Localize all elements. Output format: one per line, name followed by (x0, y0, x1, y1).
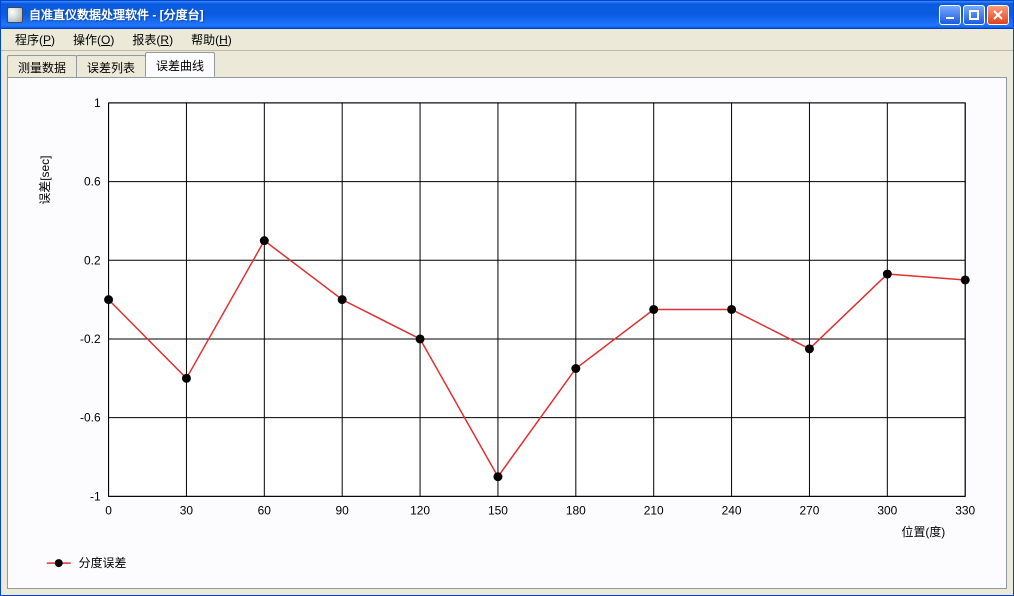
y-tick-label: -0.6 (80, 411, 101, 425)
tab-measure-data[interactable]: 测量数据 (7, 55, 77, 78)
x-tick-label: 210 (644, 503, 664, 517)
menu-program[interactable]: 程序(P) (7, 29, 63, 50)
data-point (883, 270, 892, 279)
legend-label: 分度误差 (79, 555, 127, 570)
data-point (961, 275, 970, 284)
x-axis-label: 位置(度) (902, 524, 946, 539)
data-point (104, 295, 113, 304)
x-tick-label: 60 (258, 503, 272, 517)
app-window: 自准直仪数据处理软件 - [分度台] 程序(P) 操作(O) 报表(R) 帮助(… (0, 0, 1014, 596)
x-tick-label: 270 (799, 503, 819, 517)
data-point (493, 472, 502, 481)
x-tick-label: 90 (336, 503, 350, 517)
app-icon (7, 7, 23, 23)
tab-panel-error-curve: 0 30 60 90 120 150 180 210 240 270 300 330 -1 -0.6 -0.… (7, 77, 1007, 589)
x-tick-label: 30 (180, 503, 194, 517)
data-point (571, 364, 580, 373)
x-tick-label: 330 (955, 503, 975, 517)
x-tick-label: 0 (105, 503, 112, 517)
close-button[interactable] (987, 5, 1009, 25)
menu-operate[interactable]: 操作(O) (65, 29, 122, 50)
x-tick-label: 240 (722, 503, 742, 517)
y-tick-label: -1 (90, 489, 101, 503)
data-point (260, 236, 269, 245)
x-tick-label: 300 (877, 503, 897, 517)
x-tick-label: 150 (488, 503, 508, 517)
minimize-button[interactable] (939, 5, 961, 25)
client-area: 测量数据 误差列表 误差曲线 0 30 60 90 120 150 180 210 240 270… (1, 51, 1013, 595)
error-curve-chart: 0 30 60 90 120 150 180 210 240 270 300 330 -1 -0.6 -0.… (8, 78, 1006, 588)
menubar: 程序(P) 操作(O) 报表(R) 帮助(H) (1, 29, 1013, 51)
legend-marker-icon (55, 559, 63, 567)
data-point (338, 295, 347, 304)
maximize-icon (968, 9, 980, 21)
tab-error-curve[interactable]: 误差曲线 (145, 52, 215, 77)
x-tick-label: 180 (566, 503, 586, 517)
menu-report[interactable]: 报表(R) (124, 29, 181, 50)
y-tick-label: -0.2 (80, 332, 101, 346)
tab-error-list[interactable]: 误差列表 (76, 55, 146, 78)
y-axis-label: 误差[sec] (38, 156, 52, 205)
window-buttons (939, 5, 1009, 25)
data-point (416, 334, 425, 343)
maximize-button[interactable] (963, 5, 985, 25)
tabstrip: 测量数据 误差列表 误差曲线 (7, 55, 1007, 77)
menu-help[interactable]: 帮助(H) (183, 29, 240, 50)
y-tick-label: 0.2 (84, 253, 101, 267)
data-point (727, 305, 736, 314)
x-tick-label: 120 (410, 503, 430, 517)
data-point (805, 344, 814, 353)
y-tick-label: 1 (94, 96, 101, 110)
data-point (649, 305, 658, 314)
data-point (182, 374, 191, 383)
close-icon (992, 9, 1004, 21)
chart-area: 0 30 60 90 120 150 180 210 240 270 300 330 -1 -0.6 -0.… (8, 78, 1006, 588)
window-title: 自准直仪数据处理软件 - [分度台] (29, 6, 204, 23)
y-tick-label: 0.6 (84, 175, 101, 189)
titlebar[interactable]: 自准直仪数据处理软件 - [分度台] (1, 1, 1013, 29)
minimize-icon (944, 9, 956, 21)
